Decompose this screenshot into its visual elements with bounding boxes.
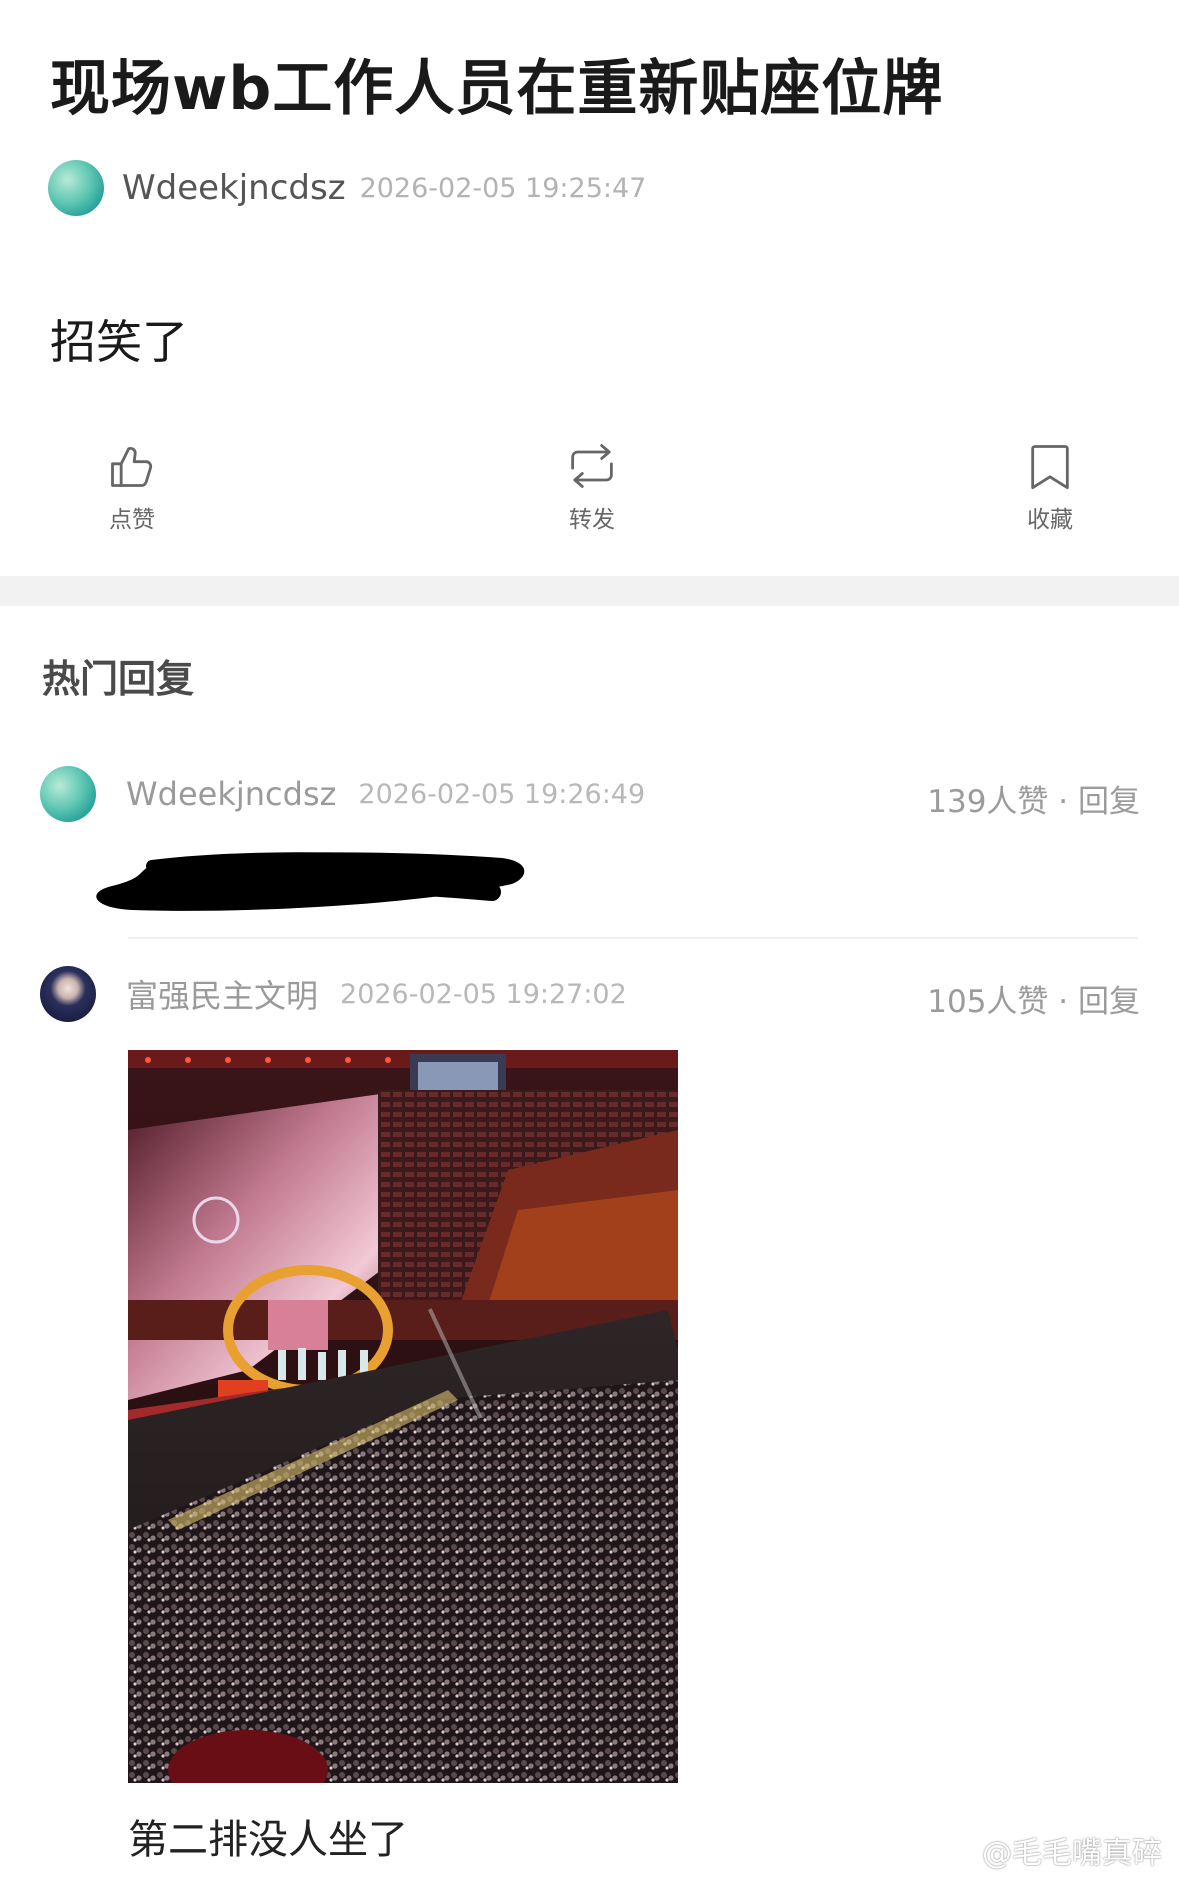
reply-photo[interactable] [128, 1050, 678, 1783]
reply-button[interactable]: 回复 [1078, 784, 1140, 820]
repost-button[interactable]: 转发 [532, 440, 652, 534]
avatar[interactable] [40, 766, 96, 822]
post-title: 现场wb工作人员在重新贴座位牌 [50, 54, 944, 124]
repost-icon [571, 444, 613, 488]
reply-item: Wdeekjncdsz 2026-02-05 19:26:49 139人赞 · … [40, 766, 1140, 822]
post-author[interactable]: Wdeekjncdsz 2026-02-05 19:25:47 [48, 160, 646, 216]
reply-divider [128, 937, 1138, 939]
repost-label: 转发 [569, 507, 615, 533]
favorite-label: 收藏 [1027, 507, 1073, 533]
watermark: @毛毛嘴真碎 [944, 1828, 1162, 1872]
like-label: 点赞 [109, 507, 155, 533]
reply-timestamp: 2026-02-05 19:27:02 [340, 978, 627, 1010]
reply-meta: 139人赞 · 回复 [927, 776, 1140, 821]
avatar[interactable] [40, 966, 96, 1022]
reply-like-count[interactable]: 139人赞 [927, 784, 1048, 820]
reply-meta: 105人赞 · 回复 [927, 976, 1140, 1021]
redaction-scribble [96, 852, 525, 911]
reply-author[interactable]: Wdeekjncdsz [126, 775, 336, 813]
post-body: 招笑了 [50, 315, 188, 369]
author-name[interactable]: Wdeekjncdsz [122, 168, 346, 208]
thumbs-up-icon [111, 447, 153, 487]
action-bar: 点赞 转发 收藏 [0, 440, 1179, 540]
reply-button[interactable]: 回复 [1078, 984, 1140, 1020]
avatar[interactable] [48, 160, 104, 216]
weibo-logo-icon [944, 1837, 978, 1864]
post-timestamp: 2026-02-05 19:25:47 [359, 172, 647, 204]
bookmark-icon [1031, 445, 1069, 490]
reply-author[interactable]: 富强民主文明 [126, 971, 318, 1017]
favorite-button[interactable]: 收藏 [990, 440, 1110, 534]
like-button[interactable]: 点赞 [72, 440, 192, 534]
separator-dot: · [1048, 984, 1078, 1020]
arena-photo [128, 1050, 678, 1783]
hot-replies-title: 热门回复 [42, 657, 195, 701]
reply-caption: 第二排没人坐了 [128, 1817, 408, 1863]
separator-dot: · [1048, 784, 1078, 820]
reply-timestamp: 2026-02-05 19:26:49 [358, 778, 646, 810]
reply-like-count[interactable]: 105人赞 [927, 984, 1048, 1020]
section-divider [0, 576, 1179, 606]
watermark-text: @毛毛嘴真碎 [982, 1836, 1162, 1871]
reply-item: 富强民主文明 2026-02-05 19:27:02 105人赞 · 回复 [40, 966, 1140, 1022]
